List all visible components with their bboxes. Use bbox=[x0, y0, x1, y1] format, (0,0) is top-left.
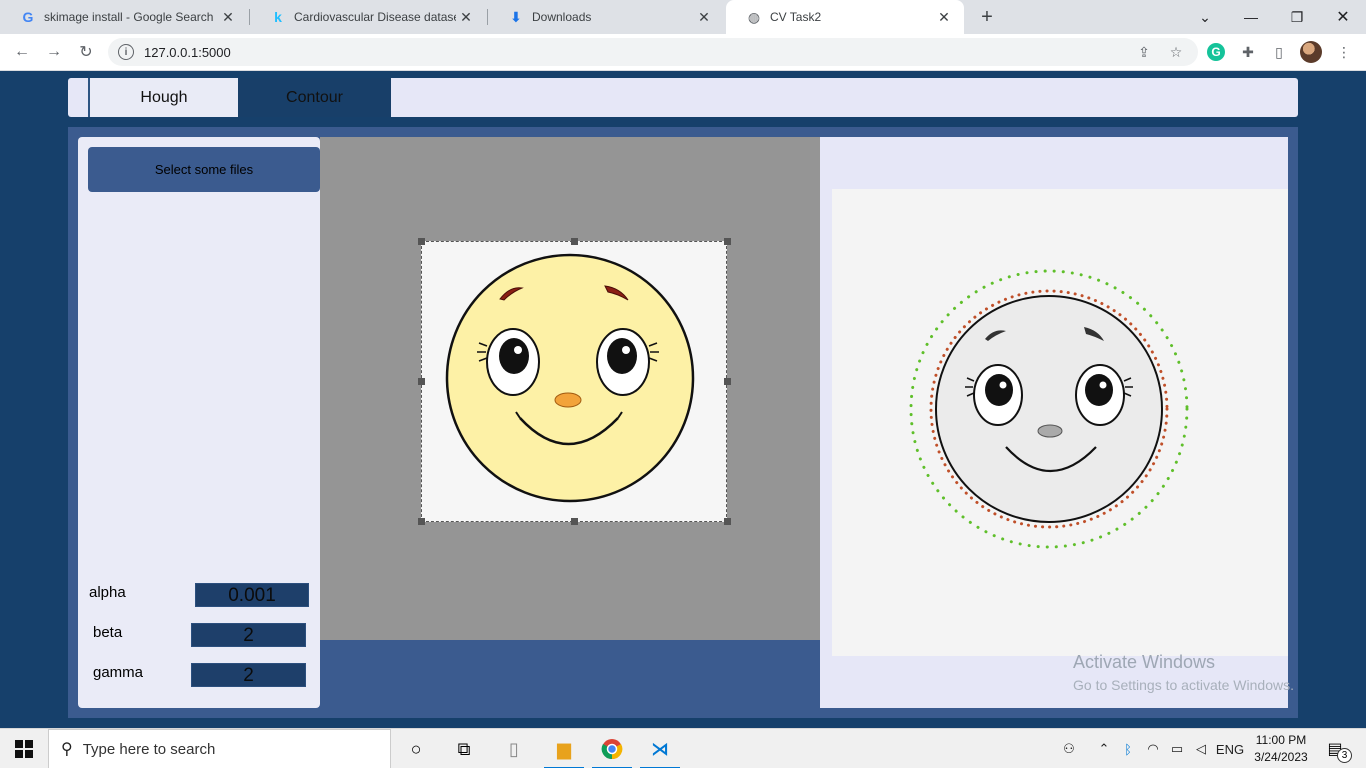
address-url[interactable]: 127.0.0.1:5000 bbox=[144, 45, 231, 60]
clock-date: 3/24/2023 bbox=[1254, 750, 1308, 764]
tab-contour[interactable]: Contour bbox=[238, 78, 391, 117]
resize-handle[interactable] bbox=[724, 378, 731, 385]
contour-result-image bbox=[909, 269, 1189, 549]
resize-handle[interactable] bbox=[571, 238, 578, 245]
grammarly-extension-icon[interactable]: G bbox=[1205, 41, 1227, 63]
activate-windows-title: Activate Windows bbox=[1073, 652, 1216, 672]
notification-center-icon[interactable]: ▤ 3 bbox=[1322, 737, 1352, 763]
clock-time: 11:00 PM bbox=[1255, 733, 1307, 747]
chrome-icon[interactable] bbox=[588, 729, 636, 768]
google-icon: G bbox=[22, 9, 34, 25]
side-panel-icon[interactable]: ▯ bbox=[1268, 41, 1290, 63]
share-icon[interactable]: ⇪ bbox=[1136, 44, 1152, 60]
tab-title: Cardiovascular Disease dataset | bbox=[294, 10, 456, 24]
select-files-button[interactable]: Select some files bbox=[88, 147, 320, 192]
menu-kebab-icon[interactable]: ⋮ bbox=[1333, 41, 1355, 63]
alpha-label: alpha bbox=[89, 584, 126, 601]
site-info-icon[interactable]: i bbox=[118, 44, 134, 60]
browser-tab-cv-task2[interactable]: ◍ CV Task2 ✕ bbox=[726, 0, 964, 34]
address-bar[interactable]: i 127.0.0.1:5000 bbox=[108, 38, 1198, 66]
profile-avatar[interactable] bbox=[1300, 41, 1322, 63]
smiley-face-image bbox=[445, 253, 695, 503]
controls-sidebar: Select some files alpha 0.001 beta 2 gam… bbox=[78, 137, 320, 708]
cortana-icon[interactable]: ○ bbox=[392, 729, 440, 768]
taskbar-search-box[interactable]: ⚲ Type here to search bbox=[48, 729, 391, 768]
battery-icon[interactable]: ▭ bbox=[1166, 729, 1188, 768]
tab-search-chevron-icon[interactable]: ⌄ bbox=[1182, 0, 1228, 34]
beta-label: beta bbox=[93, 624, 123, 641]
browser-tab-google[interactable]: G skimage install - Google Search ✕ bbox=[0, 0, 248, 34]
resize-handle[interactable] bbox=[724, 238, 731, 245]
language-indicator[interactable]: ENG bbox=[1214, 729, 1246, 768]
main-panel: Select some files alpha 0.001 beta 2 gam… bbox=[68, 127, 1298, 718]
browser-tab-downloads[interactable]: ⬇ Downloads ✕ bbox=[488, 0, 724, 34]
minimize-icon[interactable]: — bbox=[1228, 0, 1274, 34]
output-image-area bbox=[820, 137, 1288, 708]
vscode-icon[interactable]: ⋊ bbox=[636, 729, 684, 768]
resize-handle[interactable] bbox=[724, 518, 731, 525]
close-tab-icon[interactable]: ✕ bbox=[934, 7, 954, 27]
forward-icon[interactable]: → bbox=[42, 40, 66, 64]
globe-icon: ◍ bbox=[747, 8, 761, 25]
alpha-input[interactable]: 0.001 bbox=[195, 583, 309, 607]
windows-start-icon[interactable] bbox=[0, 729, 48, 768]
input-image-area[interactable] bbox=[320, 137, 832, 640]
tab-hough[interactable]: Hough bbox=[88, 78, 238, 117]
windows-taskbar: ⚲ Type here to search ○ ⧉ ▯ ▆ ⋊ ⚇ ⌃ ᛒ ◠ … bbox=[0, 728, 1366, 768]
extensions-puzzle-icon[interactable]: ✚ bbox=[1237, 41, 1259, 63]
bluetooth-icon[interactable]: ᛒ bbox=[1118, 729, 1138, 768]
gamma-input[interactable]: 2 bbox=[191, 663, 306, 687]
show-hidden-icons-icon[interactable]: ⌃ bbox=[1094, 729, 1114, 768]
close-tab-icon[interactable]: ✕ bbox=[694, 7, 714, 27]
new-tab-icon[interactable]: + bbox=[976, 6, 998, 28]
task-view-icon[interactable]: ⧉ bbox=[440, 729, 488, 768]
volume-icon[interactable]: ◁ bbox=[1190, 729, 1212, 768]
kaggle-icon: k bbox=[274, 9, 282, 25]
wifi-icon[interactable]: ◠ bbox=[1142, 729, 1164, 768]
search-icon: ⚲ bbox=[61, 741, 73, 758]
notification-count-badge: 3 bbox=[1337, 748, 1352, 763]
back-icon[interactable]: ← bbox=[10, 40, 34, 64]
reload-icon[interactable]: ↻ bbox=[74, 40, 98, 64]
beta-input[interactable]: 2 bbox=[191, 623, 306, 647]
close-window-icon[interactable]: ✕ bbox=[1320, 0, 1366, 34]
file-icon[interactable]: ▯ bbox=[490, 729, 538, 768]
tab-title: skimage install - Google Search bbox=[44, 10, 214, 24]
browser-toolbar: ← → ↻ i 127.0.0.1:5000 ⇪ ☆ G ✚ ▯ ⋮ bbox=[0, 34, 1366, 71]
tab-title: Downloads bbox=[532, 10, 592, 24]
resize-handle[interactable] bbox=[418, 518, 425, 525]
output-image bbox=[832, 189, 1288, 656]
resize-handle[interactable] bbox=[418, 378, 425, 385]
app-tab-bar: Hough Contour bbox=[68, 78, 1298, 117]
restore-icon[interactable]: ❐ bbox=[1274, 0, 1320, 34]
clock[interactable]: 11:00 PM 3/24/2023 bbox=[1250, 732, 1312, 766]
file-explorer-icon[interactable]: ▆ bbox=[540, 729, 588, 768]
bookmark-star-icon[interactable]: ☆ bbox=[1168, 44, 1184, 60]
tab-title: CV Task2 bbox=[770, 10, 822, 24]
resize-handle[interactable] bbox=[571, 518, 578, 525]
gamma-label: gamma bbox=[93, 664, 144, 681]
close-tab-icon[interactable]: ✕ bbox=[456, 7, 476, 27]
search-placeholder: Type here to search bbox=[82, 740, 216, 758]
close-tab-icon[interactable]: ✕ bbox=[218, 7, 238, 27]
activate-windows-subtitle: Go to Settings to activate Windows. bbox=[1073, 677, 1294, 693]
browser-tab-strip: G skimage install - Google Search ✕ k Ca… bbox=[0, 0, 1366, 34]
resize-handle[interactable] bbox=[418, 238, 425, 245]
download-icon: ⬇ bbox=[510, 8, 522, 25]
people-icon[interactable]: ⚇ bbox=[1058, 729, 1080, 768]
browser-tab-kaggle[interactable]: k Cardiovascular Disease dataset | ✕ bbox=[250, 0, 486, 34]
input-image[interactable] bbox=[421, 241, 727, 522]
